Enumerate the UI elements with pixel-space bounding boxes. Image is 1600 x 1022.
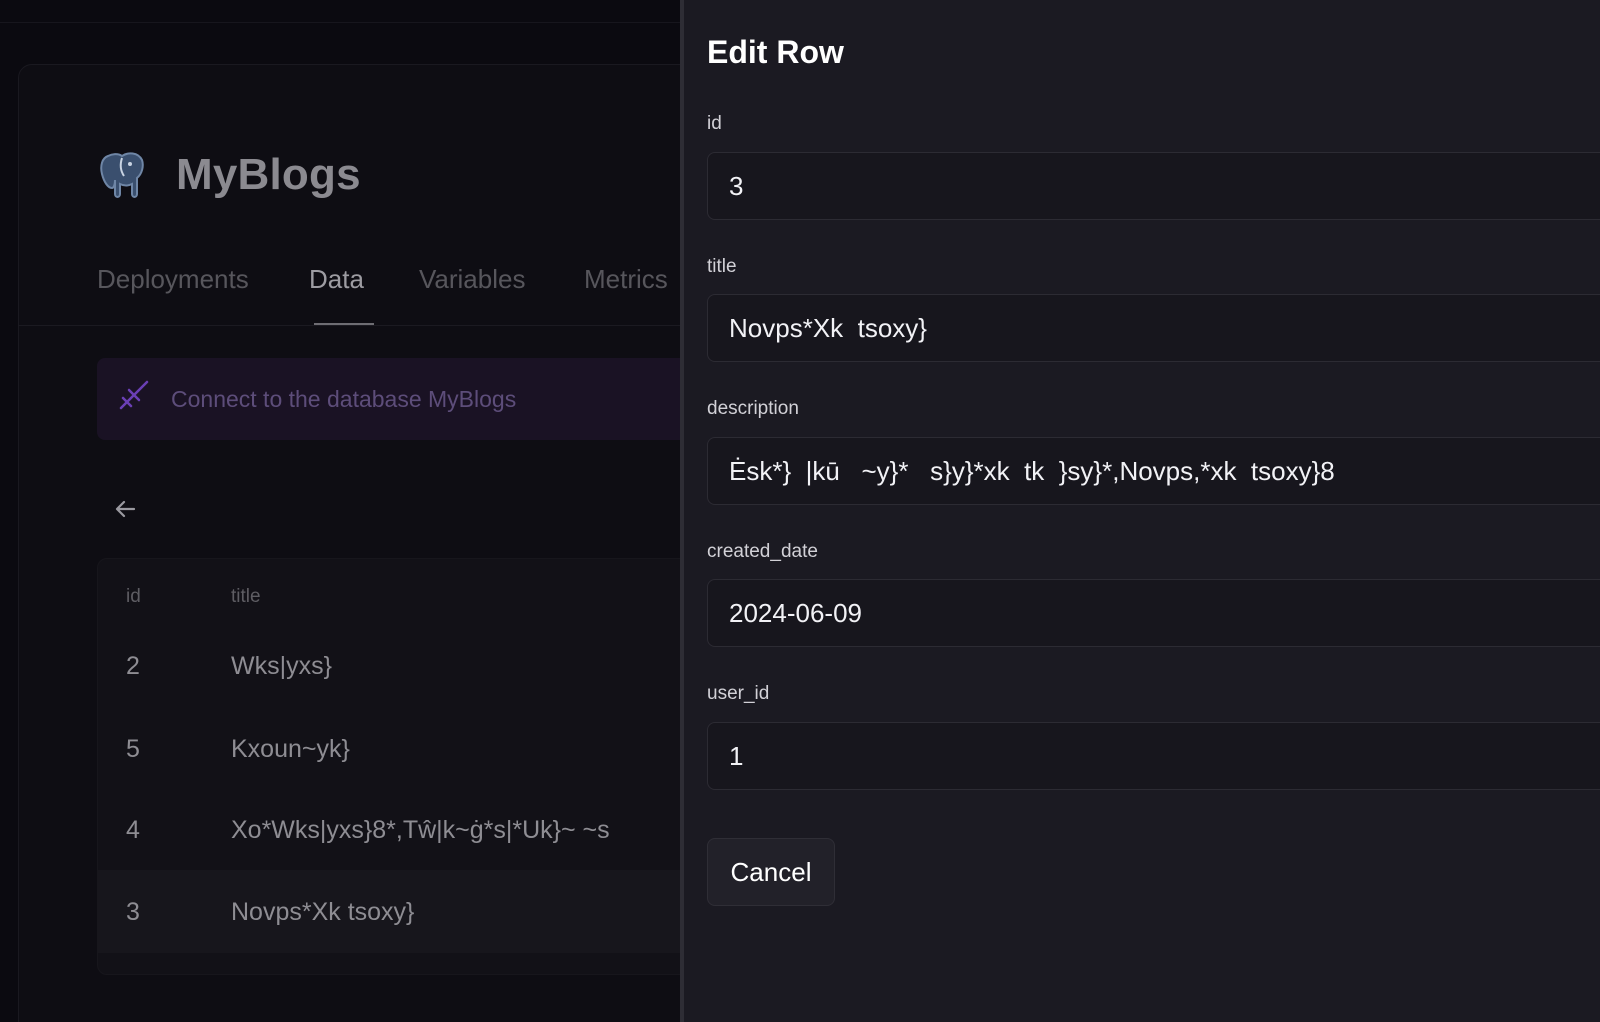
cell-title: Novps*Xk tsoxy}: [231, 898, 415, 926]
field-label-created-date: created_date: [707, 541, 818, 562]
cell-id: 2: [126, 652, 140, 680]
project-title: MyBlogs: [176, 150, 361, 199]
title-field[interactable]: [707, 294, 1600, 362]
field-label-title: title: [707, 256, 737, 277]
cell-title: Kxoun~yk}: [231, 735, 350, 763]
cell-id: 4: [126, 816, 140, 844]
column-header-id: id: [126, 586, 141, 607]
cell-id: 3: [126, 898, 140, 926]
cell-title: Wks|yxs}: [231, 652, 332, 680]
field-label-id: id: [707, 113, 722, 134]
id-field[interactable]: [707, 152, 1600, 220]
data-table: id title 2 Wks|yxs} 5 Kxoun~yk} 4 Xo*Wks…: [97, 558, 680, 975]
cancel-button[interactable]: Cancel: [707, 838, 835, 906]
top-divider: [0, 22, 680, 23]
created-date-field[interactable]: [707, 579, 1600, 647]
description-field[interactable]: [707, 437, 1600, 505]
connect-banner-text: Connect to the database MyBlogs: [171, 386, 517, 412]
column-header-title: title: [231, 586, 261, 607]
tab-deployments[interactable]: Deployments: [97, 264, 249, 295]
tab-variables[interactable]: Variables: [419, 264, 525, 295]
table-row[interactable]: 4 Xo*Wks|yxs}8*,Tŵ|k~ġ*s|*Uk}~ ~s: [98, 788, 680, 871]
user-id-field[interactable]: [707, 722, 1600, 790]
edit-row-panel: Edit Row id title description created_da…: [684, 0, 1600, 1022]
background-page: MyBlogs Deployments Data Variables Metri…: [0, 0, 680, 1022]
table-row[interactable]: 5 Kxoun~yk}: [98, 707, 680, 790]
back-arrow-icon[interactable]: [112, 497, 140, 521]
cell-title: Xo*Wks|yxs}8*,Tŵ|k~ġ*s|*Uk}~ ~s: [231, 816, 610, 844]
tab-data[interactable]: Data: [309, 264, 364, 295]
postgres-elephant-icon: [100, 152, 144, 198]
plug-icon: [119, 380, 149, 410]
tabs-divider: [18, 325, 680, 326]
table-row[interactable]: 2 Wks|yxs}: [98, 624, 680, 707]
table-row-selected[interactable]: 3 Novps*Xk tsoxy}: [98, 870, 680, 953]
field-label-user-id: user_id: [707, 683, 770, 704]
panel-title: Edit Row: [707, 34, 844, 70]
field-label-description: description: [707, 398, 799, 419]
connect-banner[interactable]: Connect to the database MyBlogs: [97, 358, 680, 440]
cell-id: 5: [126, 735, 140, 763]
project-tabs: Deployments Data Variables Metrics: [97, 264, 680, 324]
tab-metrics[interactable]: Metrics: [584, 264, 668, 295]
